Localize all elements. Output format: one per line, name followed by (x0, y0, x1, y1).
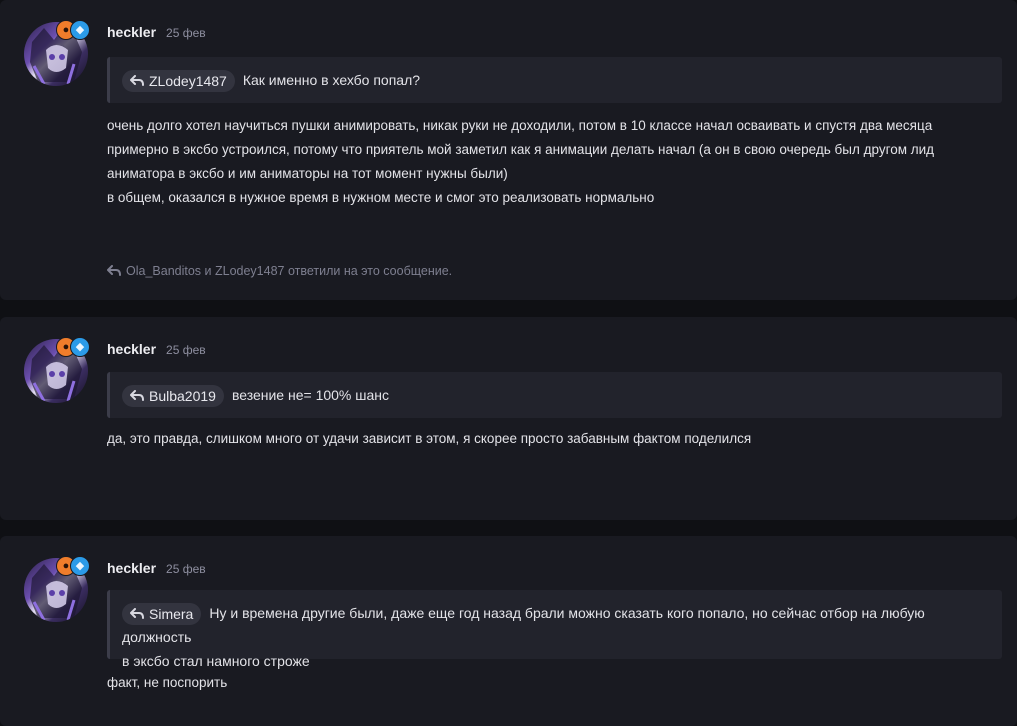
body-line: примерно в эксбо устроился, потому что п… (107, 142, 935, 157)
quote-author-name: Bulba2019 (149, 388, 216, 405)
post-date[interactable]: 25 фев (166, 343, 206, 357)
reply-arrow-icon (107, 265, 121, 276)
quote-text: Ну и времена другие были, даже еще год н… (122, 605, 925, 646)
body-line: в общем, оказался в нужное время в нужно… (107, 190, 655, 205)
post-meta: heckler 25 фев (107, 341, 206, 357)
post-date[interactable]: 25 фев (166, 562, 206, 576)
diamond-badge-icon[interactable]: ◆ (70, 20, 90, 40)
quote-author-name: Simera (149, 606, 194, 623)
body-line: факт, не поспорить (107, 675, 228, 690)
post-3-avatar-group[interactable]: ● ◆ (24, 556, 90, 624)
post-2: ● ◆ heckler 25 фев Bulba2019 везение не=… (0, 317, 1017, 520)
replies-text: Ola_Banditos и ZLodey1487 ответили на эт… (126, 264, 453, 278)
quote-author-name: ZLodey1487 (149, 73, 227, 90)
reply-arrow-icon (130, 390, 144, 402)
reply-arrow-icon (130, 75, 144, 87)
diamond-badge-icon[interactable]: ◆ (70, 556, 90, 576)
author-name[interactable]: heckler (107, 341, 156, 357)
replies-indicator[interactable]: Ola_Banditos и ZLodey1487 ответили на эт… (107, 264, 452, 278)
quote-author-chip[interactable]: Bulba2019 (122, 385, 224, 408)
body-line: да, это правда, слишком много от удачи з… (107, 431, 752, 446)
author-name[interactable]: heckler (107, 560, 156, 576)
post-body: очень долго хотел научиться пушки анимир… (107, 114, 987, 210)
quote-text: Как именно в хехбо попал? (242, 72, 421, 88)
post-meta: heckler 25 фев (107, 560, 206, 576)
quote-text: везение не= 100% шанс (231, 387, 390, 403)
author-name[interactable]: heckler (107, 24, 156, 40)
post-body: да, это правда, слишком много от удачи з… (107, 427, 987, 451)
quote-text-line-2: в эксбо стал намного строже (122, 653, 310, 670)
body-line: очень долго хотел научиться пушки анимир… (107, 118, 933, 133)
body-line: аниматора в эксбо и им аниматоры на тот … (107, 166, 508, 181)
quote-block: Bulba2019 везение не= 100% шанс (107, 372, 1002, 418)
post-1-avatar-group[interactable]: ● ◆ (24, 20, 90, 88)
post-1: ● ◆ heckler 25 фев ZLodey1487 Как именно… (0, 0, 1017, 300)
post-3: ● ◆ heckler 25 фев Simera Ну и времена д… (0, 536, 1017, 726)
quote-block: ZLodey1487 Как именно в хехбо попал? (107, 57, 1002, 103)
diamond-badge-icon[interactable]: ◆ (70, 337, 90, 357)
post-meta: heckler 25 фев (107, 24, 206, 40)
post-date[interactable]: 25 фев (166, 26, 206, 40)
reply-arrow-icon (130, 608, 144, 620)
quote-author-chip[interactable]: ZLodey1487 (122, 70, 235, 93)
quote-author-chip[interactable]: Simera (122, 603, 202, 626)
post-2-avatar-group[interactable]: ● ◆ (24, 337, 90, 405)
post-body: факт, не поспорить (107, 671, 987, 695)
quote-block: Simera Ну и времена другие были, даже ещ… (107, 590, 1002, 669)
